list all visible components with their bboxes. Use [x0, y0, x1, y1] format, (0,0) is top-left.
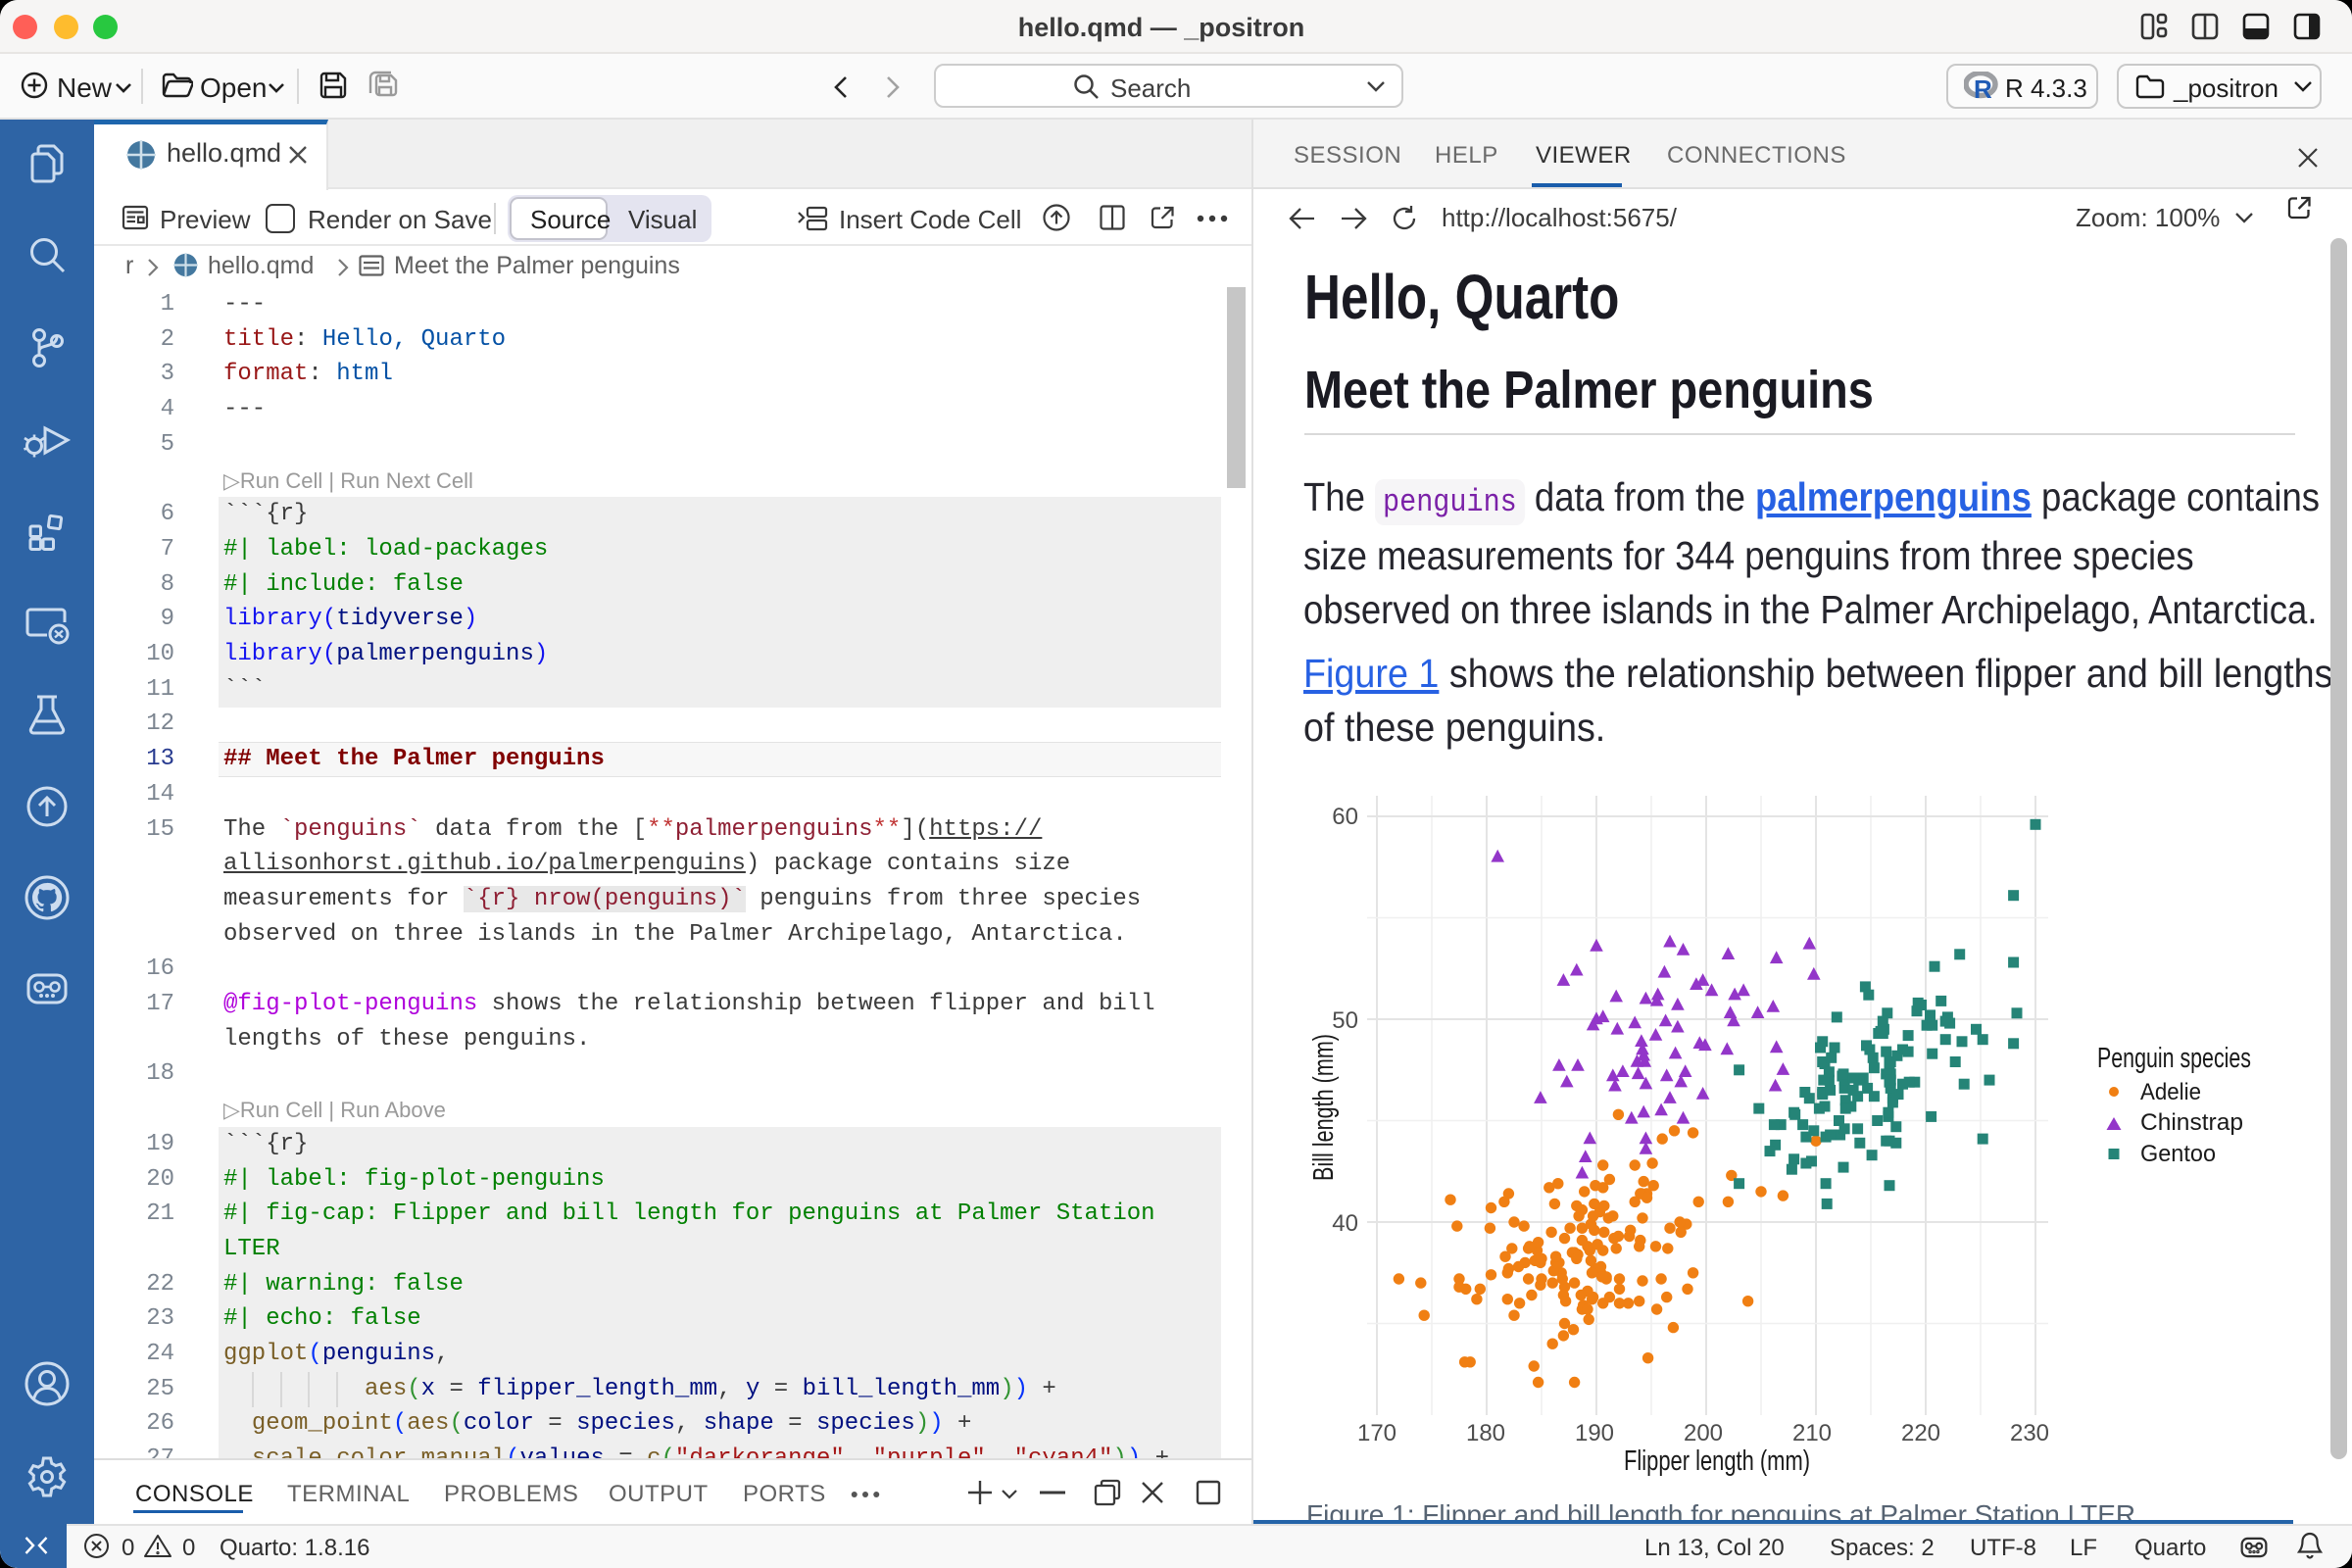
svg-text:Flipper length (mm): Flipper length (mm): [1624, 1446, 1810, 1477]
svg-text:180: 180: [1466, 1420, 1505, 1446]
svg-text:Bill length (mm): Bill length (mm): [1308, 1034, 1340, 1181]
svg-text:Chinstrap: Chinstrap: [2140, 1109, 2243, 1136]
svg-text:Penguin species: Penguin species: [2097, 1043, 2251, 1074]
svg-text:210: 210: [1792, 1420, 1832, 1446]
svg-text:60: 60: [1332, 804, 1358, 830]
svg-text:200: 200: [1684, 1420, 1723, 1446]
svg-text:40: 40: [1332, 1210, 1358, 1237]
svg-text:170: 170: [1357, 1420, 1396, 1446]
svg-text:190: 190: [1575, 1420, 1614, 1446]
svg-text:50: 50: [1332, 1007, 1358, 1034]
svg-text:220: 220: [1901, 1420, 1940, 1446]
svg-text:230: 230: [2010, 1420, 2049, 1446]
svg-text:Gentoo: Gentoo: [2140, 1141, 2216, 1167]
svg-text:Adelie: Adelie: [2140, 1079, 2201, 1105]
svg-text:R: R: [1974, 74, 1992, 101]
